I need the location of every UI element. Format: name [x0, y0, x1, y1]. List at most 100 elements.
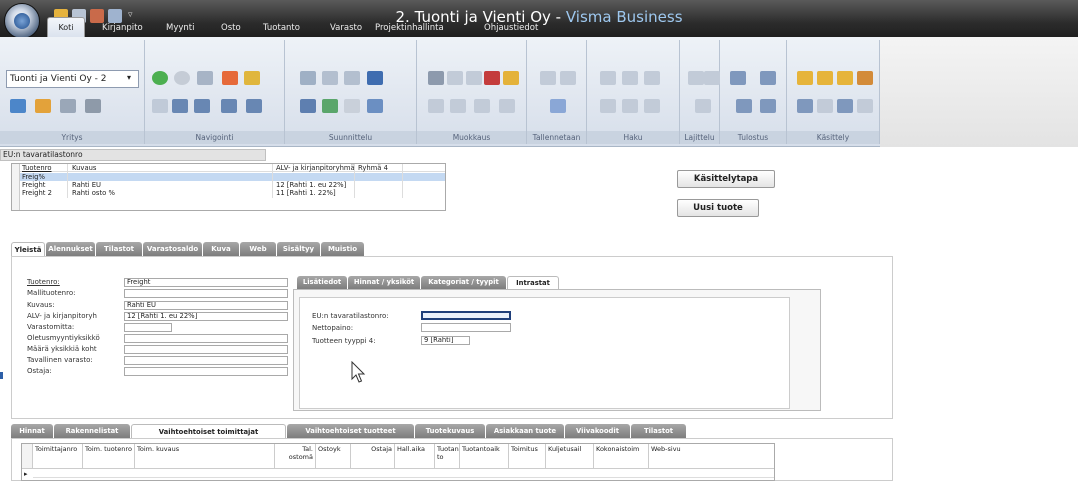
tab-projektinhallinta[interactable]: Projektinhallinta	[375, 20, 444, 37]
ostaja-field[interactable]	[124, 367, 288, 376]
link-icon[interactable]	[797, 99, 813, 113]
oletusmyyntiyksikko-field[interactable]	[124, 334, 288, 343]
batch-icon[interactable]	[817, 71, 833, 85]
tab-lisatiedot[interactable]: Lisätiedot	[297, 276, 347, 289]
tab-varasto[interactable]: Varasto	[330, 20, 362, 37]
eu-tavaratilastonro-field[interactable]	[421, 311, 511, 320]
tab-vaihtoehtoiset-tuotteet[interactable]: Vaihtoehtoiset tuotteet	[287, 424, 414, 438]
column-header-tuotanto[interactable]: Tuotan-to	[435, 444, 460, 468]
view-icon[interactable]	[300, 99, 316, 113]
tab-viivakoodit[interactable]: Viivakoodit	[565, 424, 630, 438]
tab-intrastat[interactable]: Intrastat	[507, 276, 559, 289]
tab-tuotanto[interactable]: Tuotanto	[263, 20, 300, 37]
tab-alennukset[interactable]: Alennukset	[46, 242, 95, 256]
chevron-down-icon[interactable]: ▾	[127, 73, 131, 82]
layout-icon[interactable]	[300, 71, 316, 85]
edit-icon[interactable]	[367, 99, 383, 113]
save-all-icon[interactable]	[560, 71, 576, 85]
refresh-icon[interactable]	[152, 71, 168, 85]
attachment-icon[interactable]	[817, 99, 833, 113]
forward-icon[interactable]	[35, 99, 51, 113]
note-icon[interactable]	[837, 99, 853, 113]
open-folder-icon[interactable]	[244, 71, 260, 85]
tab-koti[interactable]: Koti	[47, 17, 85, 37]
column-header-hallaika[interactable]: Hall.aika	[395, 444, 435, 468]
move-row-icon[interactable]	[450, 99, 466, 113]
zoom-icon[interactable]	[622, 99, 638, 113]
find-icon[interactable]	[600, 99, 616, 113]
grid-icon[interactable]	[152, 99, 168, 113]
search-icon[interactable]	[600, 71, 616, 85]
column-header-kuvaus[interactable]: Kuvaus	[72, 164, 96, 172]
search-all-icon[interactable]	[644, 71, 660, 85]
table-options-icon[interactable]	[499, 99, 515, 113]
document-icon[interactable]	[60, 99, 76, 113]
first-record-icon[interactable]	[172, 99, 188, 113]
table-row[interactable]: Freig%	[12, 173, 445, 181]
tab-ohjaustiedot[interactable]: Ohjaustiedot	[484, 20, 538, 37]
stop-icon[interactable]	[174, 71, 190, 85]
paste-icon[interactable]	[466, 71, 482, 85]
next-record-icon[interactable]	[221, 99, 237, 113]
tuotenro-field[interactable]: Freight	[124, 278, 288, 287]
column-header-tuotenro[interactable]: Tuotenro	[22, 164, 52, 172]
info-icon[interactable]	[857, 99, 873, 113]
check-icon[interactable]	[550, 99, 566, 113]
tab-muistio[interactable]: Muistio	[321, 242, 364, 256]
column-header-kuljetusail[interactable]: Kuljetusail	[546, 444, 594, 468]
insert-row-icon[interactable]	[428, 99, 444, 113]
alv-ryhma-field[interactable]: 12 [Rahti 1. eu 22%]	[124, 312, 288, 321]
tab-tilastot-bottom[interactable]: Tilastot	[631, 424, 686, 438]
table-row[interactable]: ▸ Freight Rahti EU 12 [Rahti 1. eu 22%]	[12, 181, 445, 189]
copy-icon[interactable]	[447, 71, 463, 85]
tuotteen-tyyppi-field[interactable]: 9 [Rahti]	[421, 336, 470, 345]
sort-descending-icon[interactable]	[704, 71, 720, 85]
suppliers-grid[interactable]: Toimittajanro Toim. tuotenro Toim. kuvau…	[21, 443, 775, 481]
column-header-ryhma4[interactable]: Ryhmä 4	[358, 164, 388, 172]
tab-web[interactable]: Web	[240, 242, 276, 256]
columns-icon[interactable]	[322, 99, 338, 113]
tab-tilastot[interactable]: Tilastot	[96, 242, 142, 256]
column-header-alv[interactable]: ALV- ja kirjanpitoryhmä	[276, 164, 355, 172]
tab-sisaltyy[interactable]: Sisältyy	[277, 242, 320, 256]
column-header-toim-tuotenro[interactable]: Toim. tuotenro	[83, 444, 135, 468]
previous-record-icon[interactable]	[194, 99, 210, 113]
settings-icon[interactable]	[85, 99, 101, 113]
print-preview-icon[interactable]	[760, 71, 776, 85]
column-header-web-sivu[interactable]: Web-sivu	[649, 444, 775, 468]
last-record-icon[interactable]	[246, 99, 262, 113]
tavallinen-varasto-field[interactable]	[124, 356, 288, 365]
font-icon[interactable]	[367, 71, 383, 85]
column-header-toim-kuvaus[interactable]: Toim. kuvaus	[135, 444, 275, 468]
tab-asiakkaan-tuote[interactable]: Asiakkaan tuote	[486, 424, 564, 438]
tab-kuva[interactable]: Kuva	[203, 242, 239, 256]
undo-icon[interactable]	[503, 71, 519, 85]
delete-icon[interactable]	[484, 71, 500, 85]
kasittelytapa-button[interactable]: Käsittelytapa	[677, 170, 775, 188]
row-options-icon[interactable]	[474, 99, 490, 113]
company-select[interactable]: Tuonti ja Vienti Oy - 2	[6, 70, 139, 88]
nettopaino-field[interactable]	[421, 323, 511, 332]
filter-icon[interactable]	[322, 71, 338, 85]
mallituotenro-field[interactable]	[124, 289, 288, 298]
column-header-kokonaistoim[interactable]: Kokonaistoim	[594, 444, 649, 468]
search-next-icon[interactable]	[622, 71, 638, 85]
column-header-toimittajanro[interactable]: Toimittajanro	[33, 444, 83, 468]
column-header-ostaja[interactable]: Ostaja	[351, 444, 395, 468]
product-grid[interactable]: Tuotenro Kuvaus ALV- ja kirjanpitoryhmä …	[11, 163, 446, 211]
row-selector-column[interactable]	[12, 164, 20, 210]
report-icon[interactable]	[736, 99, 752, 113]
table-row[interactable]	[33, 469, 774, 478]
tab-yleista[interactable]: Yleistä	[11, 242, 45, 257]
tab-kirjanpito[interactable]: Kirjanpito	[102, 20, 143, 37]
column-header-tal-ostoma[interactable]: Tal. ostomä	[275, 444, 316, 468]
home-icon[interactable]	[222, 71, 238, 85]
tab-varastosaldo[interactable]: Varastosaldo	[143, 242, 202, 256]
maara-yksikkia-field[interactable]	[124, 345, 288, 354]
table-icon[interactable]	[197, 71, 213, 85]
tab-hinnat[interactable]: Hinnat	[11, 424, 53, 438]
sort-ascending-icon[interactable]	[688, 71, 704, 85]
flag-icon[interactable]	[857, 71, 873, 85]
page-icon[interactable]	[344, 99, 360, 113]
table-row[interactable]: Freight 2 Rahti osto % 11 [Rahti 1. 22%]	[12, 189, 445, 197]
